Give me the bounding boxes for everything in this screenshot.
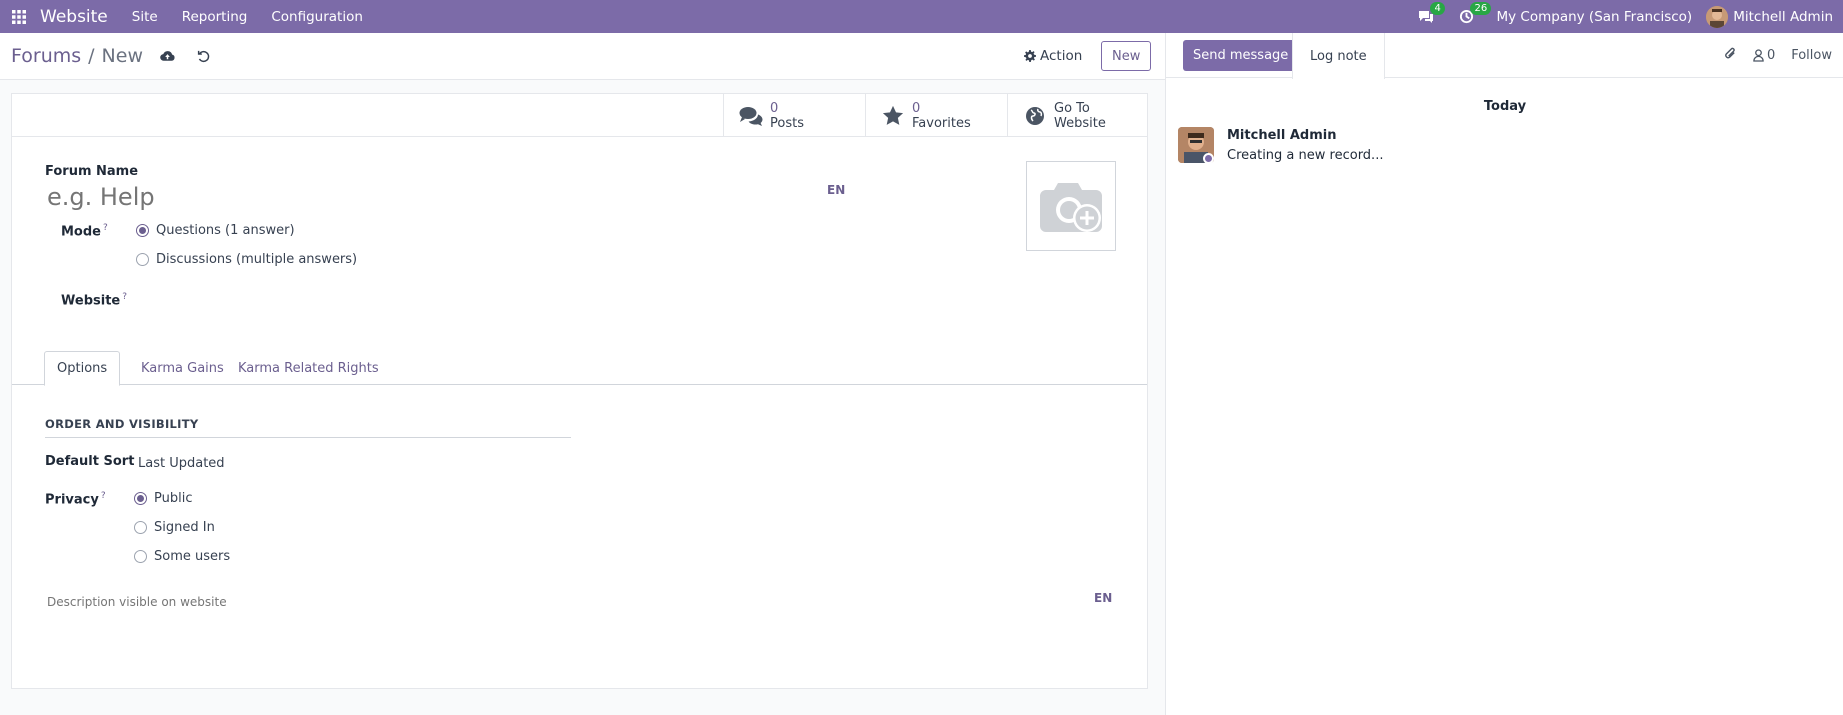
breadcrumb-forums[interactable]: Forums bbox=[11, 45, 81, 67]
privacy-option-label: Public bbox=[154, 491, 193, 506]
posts-label: Posts bbox=[770, 115, 804, 131]
mode-label-text: Mode bbox=[61, 224, 101, 240]
form-sheet: 0 Posts 0 Favorites Go To Website Forum … bbox=[11, 93, 1148, 689]
log-note-button[interactable]: Log note bbox=[1292, 33, 1385, 79]
tab-options[interactable]: Options bbox=[44, 351, 121, 386]
user-icon bbox=[1753, 49, 1764, 62]
user-avatar bbox=[1706, 5, 1729, 28]
radio-unchecked[interactable] bbox=[136, 253, 149, 266]
new-record-button[interactable]: New bbox=[1101, 41, 1152, 71]
control-panel: Forums / New Action New bbox=[0, 33, 1165, 80]
privacy-label-text: Privacy bbox=[45, 492, 99, 508]
action-label: Action bbox=[1040, 48, 1083, 64]
smart-button-box: 0 Posts 0 Favorites Go To Website bbox=[12, 94, 1147, 137]
followers-count: 0 bbox=[1766, 48, 1776, 63]
menu-configuration[interactable]: Configuration bbox=[259, 0, 375, 33]
radio-checked[interactable] bbox=[136, 224, 149, 237]
camera-plus-icon bbox=[1040, 183, 1102, 232]
message-body: Creating a new record... bbox=[1227, 148, 1384, 163]
app-name[interactable]: Website bbox=[38, 7, 120, 27]
favorites-label: Favorites bbox=[912, 115, 971, 131]
description-lang-button[interactable]: EN bbox=[1094, 591, 1112, 605]
action-menu-button[interactable]: Action bbox=[1018, 41, 1088, 71]
website-help-icon[interactable]: ? bbox=[122, 292, 127, 302]
mode-option-questions[interactable]: Questions (1 answer) bbox=[136, 223, 295, 238]
activities-badge: 26 bbox=[1470, 2, 1492, 15]
tab-karma-gains[interactable]: Karma Gains bbox=[129, 351, 236, 385]
forum-name-lang-button[interactable]: EN bbox=[827, 183, 845, 197]
activities-button[interactable]: 26 bbox=[1446, 0, 1492, 33]
breadcrumb-current: New bbox=[101, 45, 143, 67]
mode-help-icon[interactable]: ? bbox=[103, 223, 108, 233]
company-switcher[interactable]: My Company (San Francisco) bbox=[1486, 9, 1706, 25]
top-navbar: Website Site Reporting Configuration 4 2… bbox=[0, 0, 1843, 33]
favorites-stat-button[interactable]: 0 Favorites bbox=[865, 94, 1007, 137]
website-select[interactable] bbox=[136, 286, 696, 312]
privacy-option-label: Signed In bbox=[154, 520, 215, 535]
globe-icon bbox=[1022, 103, 1048, 129]
posts-value: 0 bbox=[770, 100, 779, 116]
gear-icon bbox=[1024, 50, 1036, 62]
go-to-website-button[interactable]: Go To Website bbox=[1007, 94, 1149, 137]
message-author[interactable]: Mitchell Admin bbox=[1227, 128, 1336, 143]
discard-undo-icon[interactable] bbox=[185, 41, 221, 71]
tab-karma-related-rights[interactable]: Karma Related Rights bbox=[226, 351, 391, 385]
forum-name-input[interactable] bbox=[47, 180, 707, 214]
breadcrumb: Forums / New bbox=[0, 45, 143, 67]
favorites-value: 0 bbox=[912, 100, 921, 116]
website-field-label: Website? bbox=[61, 292, 127, 308]
radio-unchecked[interactable] bbox=[134, 550, 147, 563]
app-menu-icon[interactable] bbox=[0, 0, 38, 33]
messages-badge: 4 bbox=[1430, 2, 1445, 15]
privacy-option-label: Some users bbox=[154, 549, 231, 564]
posts-stat-button[interactable]: 0 Posts bbox=[723, 94, 865, 137]
privacy-option-public[interactable]: Public bbox=[134, 491, 192, 506]
save-cloud-icon[interactable] bbox=[149, 41, 185, 71]
mode-option-label: Questions (1 answer) bbox=[156, 223, 295, 238]
privacy-label: Privacy? bbox=[45, 491, 106, 507]
menu-site[interactable]: Site bbox=[120, 0, 170, 33]
chatter-panel: Send message Log note 0 Follow Today Mit… bbox=[1165, 33, 1843, 715]
go-to-label: Go To bbox=[1054, 100, 1090, 116]
privacy-option-some-users[interactable]: Some users bbox=[134, 549, 230, 564]
forum-image-upload[interactable] bbox=[1026, 161, 1116, 251]
date-separator: Today bbox=[1483, 99, 1527, 114]
forum-name-label: Forum Name bbox=[45, 164, 139, 179]
chatter-topbar: Send message Log note 0 Follow bbox=[1166, 33, 1843, 79]
website-label: Website bbox=[1054, 115, 1106, 131]
privacy-option-signed-in[interactable]: Signed In bbox=[134, 520, 215, 535]
notebook-tabs: Options Karma Gains Karma Related Rights bbox=[12, 351, 1147, 386]
mode-option-discussions[interactable]: Discussions (multiple answers) bbox=[136, 252, 357, 267]
default-sort-select[interactable]: Last Updated bbox=[138, 456, 225, 471]
attachment-icon[interactable] bbox=[1724, 46, 1737, 65]
description-input[interactable] bbox=[47, 590, 1107, 614]
chatter-tools: 0 Follow bbox=[1724, 33, 1832, 78]
default-sort-label: Default Sort bbox=[45, 454, 135, 469]
user-menu[interactable]: Mitchell Admin bbox=[1706, 5, 1843, 28]
radio-checked[interactable] bbox=[134, 492, 147, 505]
mode-label: Mode? bbox=[61, 223, 108, 239]
privacy-help-icon[interactable]: ? bbox=[101, 491, 106, 501]
online-status-dot bbox=[1203, 153, 1214, 164]
radio-unchecked[interactable] bbox=[134, 521, 147, 534]
comments-icon bbox=[738, 103, 764, 129]
followers-button[interactable]: 0 bbox=[1753, 48, 1775, 63]
breadcrumb-separator: / bbox=[88, 45, 95, 67]
messages-button[interactable]: 4 bbox=[1406, 0, 1446, 33]
follow-button[interactable]: Follow bbox=[1791, 48, 1832, 63]
user-name: Mitchell Admin bbox=[1733, 8, 1833, 25]
menu-reporting[interactable]: Reporting bbox=[170, 0, 260, 33]
send-message-button[interactable]: Send message bbox=[1183, 40, 1299, 71]
mode-option-label: Discussions (multiple answers) bbox=[156, 252, 358, 267]
section-order-visibility: ORDER AND VISIBILITY bbox=[45, 417, 571, 438]
star-icon bbox=[880, 103, 906, 129]
website-label-text: Website bbox=[61, 293, 121, 309]
